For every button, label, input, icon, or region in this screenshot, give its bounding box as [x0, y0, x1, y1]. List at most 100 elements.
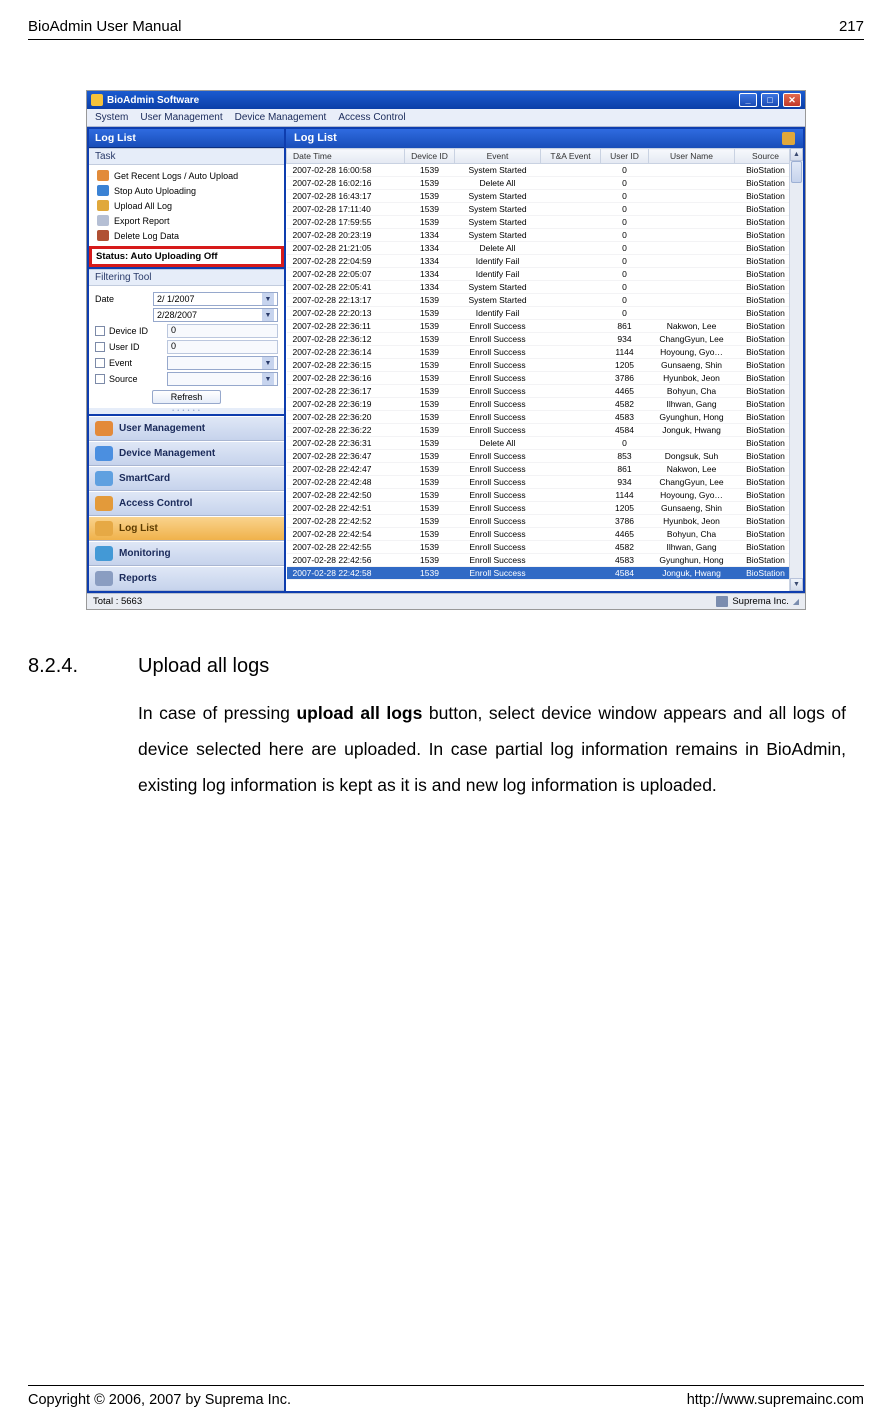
table-row[interactable]: 2007-02-28 22:36:171539Enroll Success446…	[287, 385, 790, 398]
nav-list: User ManagementDevice ManagementSmartCar…	[89, 416, 284, 591]
menubar: System User Management Device Management…	[87, 109, 805, 127]
nav-item-user-management[interactable]: User Management	[89, 416, 284, 441]
table-row[interactable]: 2007-02-28 22:36:221539Enroll Success458…	[287, 424, 790, 437]
menu-device-management[interactable]: Device Management	[235, 112, 327, 123]
table-row[interactable]: 2007-02-28 21:21:051334Delete All0BioSta…	[287, 242, 790, 255]
column-header[interactable]: Event	[455, 149, 541, 164]
nav-icon	[95, 421, 113, 436]
table-row[interactable]: 2007-02-28 16:00:581539System Started0Bi…	[287, 164, 790, 177]
nav-icon	[95, 446, 113, 461]
table-row[interactable]: 2007-02-28 22:13:171539System Started0Bi…	[287, 294, 790, 307]
table-row[interactable]: 2007-02-28 22:05:071334Identify Fail0Bio…	[287, 268, 790, 281]
task-list: Get Recent Logs / Auto Upload Stop Auto …	[89, 165, 284, 246]
chevron-down-icon: ▼	[262, 357, 274, 369]
section-title: Upload all logs	[138, 655, 846, 678]
table-row[interactable]: 2007-02-28 22:42:481539Enroll Success934…	[287, 476, 790, 489]
table-row[interactable]: 2007-02-28 17:11:401539System Started0Bi…	[287, 203, 790, 216]
nav-icon	[95, 571, 113, 586]
task-icon	[97, 215, 109, 226]
table-row[interactable]: 2007-02-28 22:42:541539Enroll Success446…	[287, 528, 790, 541]
maximize-button[interactable]: □	[761, 93, 779, 107]
scroll-thumb[interactable]	[791, 161, 802, 183]
table-row[interactable]: 2007-02-28 22:36:191539Enroll Success458…	[287, 398, 790, 411]
resize-grip-icon[interactable]: ◢	[793, 597, 799, 606]
filter-date-from[interactable]: 2/ 1/2007▼	[153, 292, 278, 306]
table-row[interactable]: 2007-02-28 22:36:201539Enroll Success458…	[287, 411, 790, 424]
column-header[interactable]: T&A Event	[541, 149, 601, 164]
task-upload-all[interactable]: Upload All Log	[91, 198, 282, 213]
scroll-up-icon[interactable]: ▲	[790, 148, 803, 161]
nav-item-access-control[interactable]: Access Control	[89, 491, 284, 516]
nav-item-reports[interactable]: Reports	[89, 566, 284, 591]
table-row[interactable]: 2007-02-28 20:23:191334System Started0Bi…	[287, 229, 790, 242]
table-row[interactable]: 2007-02-28 22:36:111539Enroll Success861…	[287, 320, 790, 333]
company-icon	[716, 596, 728, 607]
nav-item-monitoring[interactable]: Monitoring	[89, 541, 284, 566]
task-export-report[interactable]: Export Report	[91, 213, 282, 228]
checkbox-user-id[interactable]	[95, 342, 105, 352]
task-icon	[97, 200, 109, 211]
statusbar-total: Total : 5663	[93, 596, 142, 607]
filter-source-combo[interactable]: ▼	[167, 372, 278, 386]
footer-url: http://www.supremainc.com	[687, 1392, 864, 1408]
checkbox-event[interactable]	[95, 358, 105, 368]
nav-item-smartcard[interactable]: SmartCard	[89, 466, 284, 491]
table-row[interactable]: 2007-02-28 22:42:471539Enroll Success861…	[287, 463, 790, 476]
minimize-button[interactable]: _	[739, 93, 757, 107]
nav-item-log-list[interactable]: Log List	[89, 516, 284, 541]
nav-icon	[95, 496, 113, 511]
scroll-track[interactable]	[790, 161, 803, 578]
table-row[interactable]: 2007-02-28 22:36:311539Delete All0BioSta…	[287, 437, 790, 450]
scroll-down-icon[interactable]: ▼	[790, 578, 803, 591]
close-button[interactable]: ✕	[783, 93, 801, 107]
filter-date-label: Date	[95, 294, 149, 304]
window-titlebar[interactable]: BioAdmin Software _ □ ✕	[87, 91, 805, 109]
column-header[interactable]: Date Time	[287, 149, 405, 164]
filter-event-combo[interactable]: ▼	[167, 356, 278, 370]
vertical-scrollbar[interactable]: ▲ ▼	[789, 148, 803, 591]
table-row[interactable]: 2007-02-28 22:42:581539Enroll Success458…	[287, 567, 790, 580]
table-row[interactable]: 2007-02-28 22:04:591334Identify Fail0Bio…	[287, 255, 790, 268]
refresh-button[interactable]: Refresh	[152, 390, 222, 404]
table-row[interactable]: 2007-02-28 22:42:511539Enroll Success120…	[287, 502, 790, 515]
filter-date-to[interactable]: 2/28/2007▼	[153, 308, 278, 322]
table-row[interactable]: 2007-02-28 16:02:161539Delete All0BioSta…	[287, 177, 790, 190]
table-row[interactable]: 2007-02-28 17:59:551539System Started0Bi…	[287, 216, 790, 229]
table-row[interactable]: 2007-02-28 22:36:151539Enroll Success120…	[287, 359, 790, 372]
filter-panel: Date 2/ 1/2007▼ 2/28/2007▼ Device ID 0	[89, 286, 284, 408]
checkbox-source[interactable]	[95, 374, 105, 384]
table-row[interactable]: 2007-02-28 22:42:501539Enroll Success114…	[287, 489, 790, 502]
nav-item-device-management[interactable]: Device Management	[89, 441, 284, 466]
table-row[interactable]: 2007-02-28 22:05:411334System Started0Bi…	[287, 281, 790, 294]
table-row[interactable]: 2007-02-28 22:36:161539Enroll Success378…	[287, 372, 790, 385]
menu-user-management[interactable]: User Management	[140, 112, 222, 123]
table-row[interactable]: 2007-02-28 16:43:171539System Started0Bi…	[287, 190, 790, 203]
column-header[interactable]: User Name	[649, 149, 735, 164]
filter-user-input[interactable]: 0	[167, 340, 278, 354]
column-header[interactable]: Source	[735, 149, 790, 164]
table-row[interactable]: 2007-02-28 22:20:131539Identify Fail0Bio…	[287, 307, 790, 320]
chevron-down-icon: ▼	[262, 373, 274, 385]
column-header[interactable]: Device ID	[405, 149, 455, 164]
task-icon	[97, 170, 109, 181]
filter-source-label: Source	[109, 374, 163, 384]
log-table: Date TimeDevice IDEventT&A EventUser IDU…	[286, 148, 789, 580]
task-get-recent[interactable]: Get Recent Logs / Auto Upload	[91, 168, 282, 183]
splitter-handle[interactable]: • • • • • •	[89, 408, 284, 414]
table-row[interactable]: 2007-02-28 22:42:551539Enroll Success458…	[287, 541, 790, 554]
menu-system[interactable]: System	[95, 112, 128, 123]
column-header[interactable]: User ID	[601, 149, 649, 164]
table-body: 2007-02-28 16:00:581539System Started0Bi…	[287, 164, 790, 580]
checkbox-device-id[interactable]	[95, 326, 105, 336]
table-row[interactable]: 2007-02-28 22:36:471539Enroll Success853…	[287, 450, 790, 463]
copy-icon[interactable]	[782, 132, 795, 145]
task-delete-log[interactable]: Delete Log Data	[91, 228, 282, 243]
filter-device-input[interactable]: 0	[167, 324, 278, 338]
menu-access-control[interactable]: Access Control	[338, 112, 405, 123]
chevron-down-icon: ▼	[262, 309, 274, 321]
table-row[interactable]: 2007-02-28 22:42:521539Enroll Success378…	[287, 515, 790, 528]
task-stop-auto[interactable]: Stop Auto Uploading	[91, 183, 282, 198]
table-row[interactable]: 2007-02-28 22:36:141539Enroll Success114…	[287, 346, 790, 359]
table-row[interactable]: 2007-02-28 22:36:121539Enroll Success934…	[287, 333, 790, 346]
table-row[interactable]: 2007-02-28 22:42:561539Enroll Success458…	[287, 554, 790, 567]
